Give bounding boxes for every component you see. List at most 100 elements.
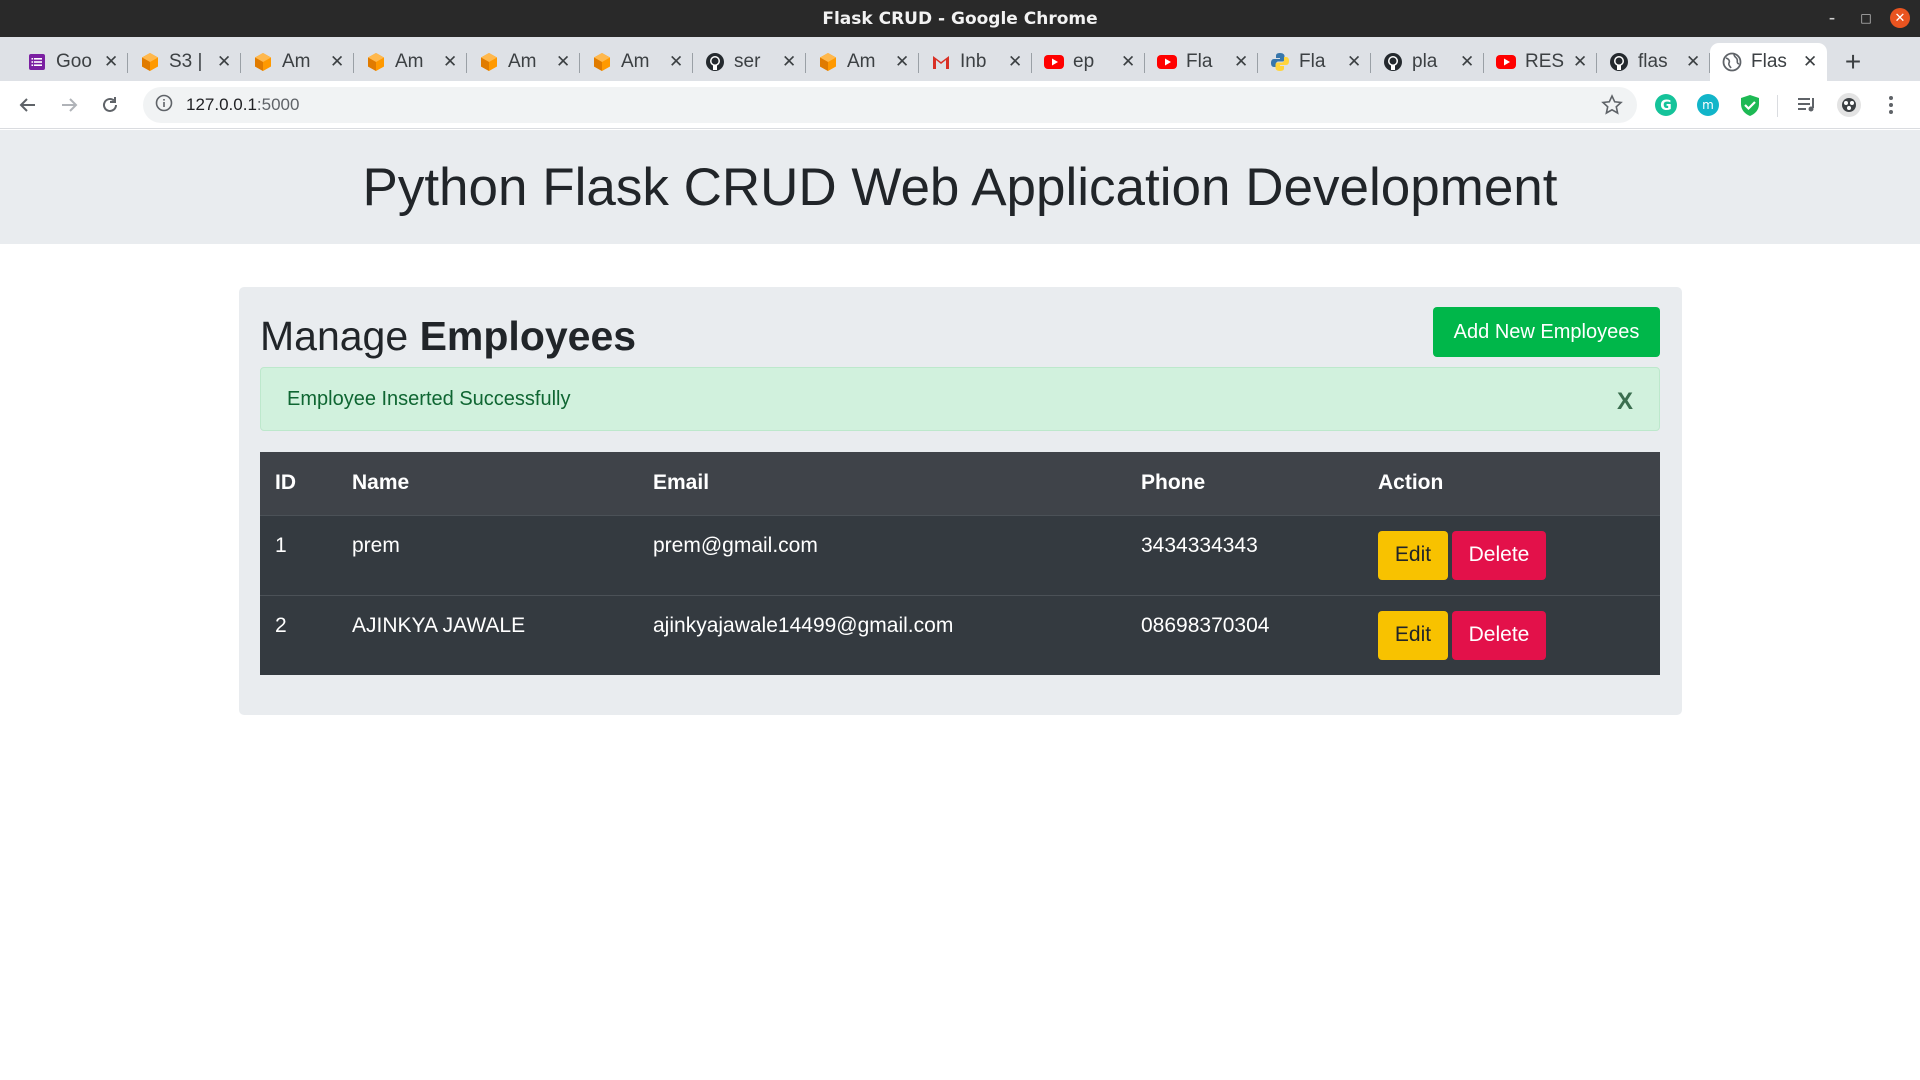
info-icon[interactable]	[155, 94, 173, 117]
tab-13[interactable]: RES ✕	[1484, 43, 1597, 81]
tab-label: Am	[282, 51, 311, 72]
tab-0[interactable]: Goo ✕	[15, 43, 128, 81]
page-header: Python Flask CRUD Web Application Develo…	[0, 130, 1920, 244]
column-header-email: Email	[653, 471, 710, 495]
globe-icon	[1722, 52, 1742, 72]
tab-label: flas	[1638, 51, 1668, 72]
address-bar[interactable]: 127.0.0.1:5000	[143, 87, 1637, 123]
tab-close-icon[interactable]: ✕	[895, 52, 909, 72]
tab-2[interactable]: Am ✕	[241, 43, 354, 81]
success-alert: Employee Inserted Successfully X	[260, 367, 1660, 431]
table-header-row: ID Name Email Phone Action	[260, 452, 1660, 515]
url-port: :5000	[256, 95, 300, 114]
manage-heading-prefix: Manage	[260, 313, 409, 359]
tab-close-icon[interactable]: ✕	[217, 52, 231, 72]
tab-6[interactable]: ser ✕	[693, 43, 806, 81]
window-title-bar: Flask CRUD - Google Chrome – □ ✕	[0, 0, 1920, 37]
tab-label: Am	[508, 51, 537, 72]
column-header-phone: Phone	[1141, 471, 1206, 495]
github-icon	[705, 52, 725, 72]
tab-close-icon[interactable]: ✕	[556, 52, 570, 72]
youtube-icon	[1157, 52, 1177, 72]
cell-actions: Edit Delete	[1363, 595, 1660, 675]
cell-email: ajinkyajawale14499@gmail.com	[653, 613, 954, 637]
tab-4[interactable]: Am ✕	[467, 43, 580, 81]
tab-label: Am	[847, 51, 876, 72]
tab-label: Flas	[1751, 51, 1787, 72]
delete-button[interactable]: Delete	[1452, 530, 1546, 580]
tab-close-icon[interactable]: ✕	[782, 52, 796, 72]
media-queue-icon[interactable]	[1793, 91, 1821, 119]
tab-close-icon[interactable]: ✕	[669, 52, 683, 72]
cell-actions: Edit Delete	[1363, 515, 1660, 595]
tab-1[interactable]: S3 | ✕	[128, 43, 241, 81]
tab-close-icon[interactable]: ✕	[330, 52, 344, 72]
edit-button[interactable]: Edit	[1378, 610, 1448, 660]
forward-icon[interactable]	[51, 87, 87, 123]
tab-7[interactable]: Am ✕	[806, 43, 919, 81]
tab-label: Am	[621, 51, 650, 72]
tab-close-icon[interactable]: ✕	[1573, 52, 1587, 72]
tab-5[interactable]: Am ✕	[580, 43, 693, 81]
manage-heading: Manage Employees	[260, 313, 636, 360]
employees-table: ID Name Email Phone Action 1 prem prem@g…	[260, 452, 1660, 675]
tab-close-icon[interactable]: ✕	[1803, 52, 1817, 72]
delete-button[interactable]: Delete	[1452, 610, 1546, 660]
aws-icon	[140, 52, 160, 72]
tab-15[interactable]: Flas ✕	[1710, 43, 1827, 81]
alert-close-button[interactable]: X	[1617, 388, 1633, 416]
new-tab-button[interactable]: +	[1833, 43, 1873, 81]
tab-close-icon[interactable]: ✕	[1686, 52, 1700, 72]
github-icon	[1609, 52, 1629, 72]
window-title: Flask CRUD - Google Chrome	[822, 8, 1098, 29]
tab-9[interactable]: ep ✕	[1032, 43, 1145, 81]
back-icon[interactable]	[10, 87, 46, 123]
tab-12[interactable]: pla ✕	[1371, 43, 1484, 81]
alert-message: Employee Inserted Successfully	[287, 387, 571, 410]
edit-button[interactable]: Edit	[1378, 530, 1448, 580]
gmail-icon	[931, 52, 951, 72]
tab-close-icon[interactable]: ✕	[443, 52, 457, 72]
tab-3[interactable]: Am ✕	[354, 43, 467, 81]
svg-text:m: m	[1702, 98, 1714, 112]
tab-8[interactable]: Inb ✕	[919, 43, 1032, 81]
tab-close-icon[interactable]: ✕	[1234, 52, 1248, 72]
column-header-action: Action	[1378, 471, 1444, 495]
cell-phone: 08698370304	[1141, 613, 1270, 637]
cell-email: prem@gmail.com	[653, 533, 818, 557]
toolbar-divider	[1777, 95, 1778, 117]
google-forms-icon	[27, 52, 47, 72]
github-icon	[1383, 52, 1403, 72]
tab-close-icon[interactable]: ✕	[1121, 52, 1135, 72]
tab-close-icon[interactable]: ✕	[1460, 52, 1474, 72]
url-text[interactable]: 127.0.0.1:5000	[186, 95, 299, 115]
tab-11[interactable]: Fla ✕	[1258, 43, 1371, 81]
reload-icon[interactable]	[92, 87, 128, 123]
aws-icon	[253, 52, 273, 72]
extension-m-icon[interactable]: m	[1694, 91, 1722, 119]
minimize-icon[interactable]: –	[1822, 8, 1842, 28]
tab-label: Goo	[56, 51, 92, 72]
shield-icon[interactable]	[1736, 91, 1764, 119]
column-header-id: ID	[275, 471, 296, 495]
window-controls: – □ ✕	[1822, 8, 1910, 28]
tab-label: Fla	[1186, 51, 1213, 72]
grammarly-icon[interactable]: G	[1652, 91, 1680, 119]
aws-icon	[366, 52, 386, 72]
tab-close-icon[interactable]: ✕	[1008, 52, 1022, 72]
add-employee-button[interactable]: Add New Employees	[1433, 307, 1660, 357]
bookmark-star-icon[interactable]	[1601, 94, 1623, 121]
tab-label: pla	[1412, 51, 1438, 72]
youtube-icon	[1044, 52, 1064, 72]
cell-name: AJINKYA JAWALE	[352, 613, 526, 637]
tab-strip: Goo ✕ S3 | ✕ Am ✕ Am ✕ Am ✕ Am ✕ ser ✕ Am ✕ Inb ✕ ep ✕ Fla ✕ F…	[0, 37, 1920, 81]
profile-avatar-icon[interactable]	[1835, 91, 1863, 119]
tab-close-icon[interactable]: ✕	[1347, 52, 1361, 72]
maximize-icon[interactable]: □	[1856, 8, 1876, 28]
tab-14[interactable]: flas ✕	[1597, 43, 1710, 81]
close-window-icon[interactable]: ✕	[1890, 8, 1910, 28]
tab-close-icon[interactable]: ✕	[104, 52, 118, 72]
chrome-menu-icon[interactable]	[1877, 91, 1905, 119]
tab-label: ep	[1073, 51, 1095, 72]
tab-10[interactable]: Fla ✕	[1145, 43, 1258, 81]
